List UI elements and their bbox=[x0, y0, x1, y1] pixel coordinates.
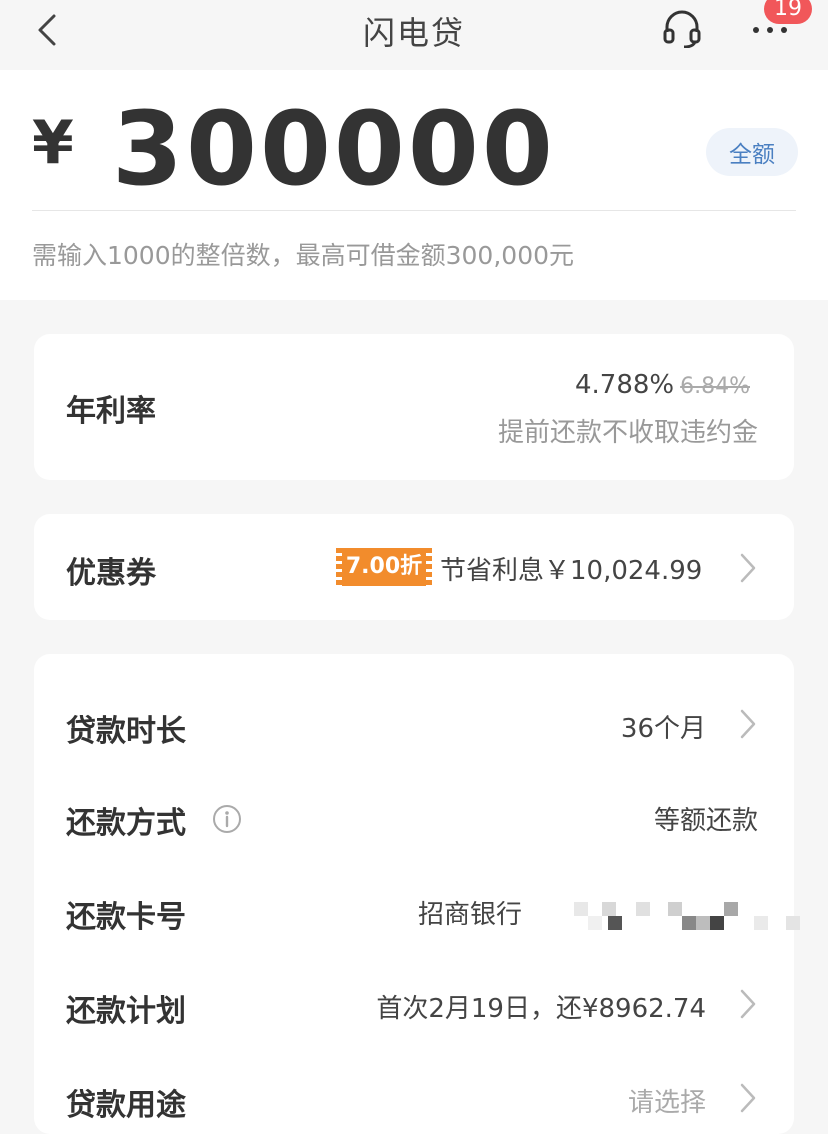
duration-value: 36个月 bbox=[620, 714, 706, 744]
amount-hint: 需输入1000的整倍数，最高可借金额300,000元 bbox=[32, 241, 575, 270]
loan-details-card: 贷款时长 36个月 还款方式 等额还款 还款卡号 招商银行 还款计划 首次2月1… bbox=[34, 654, 800, 1134]
headset-icon[interactable] bbox=[660, 8, 704, 48]
coupon-saving: 节省利息￥10,024.99 bbox=[440, 556, 703, 586]
card-bank: 招商银行 bbox=[418, 900, 523, 930]
chevron-right-icon bbox=[740, 1083, 756, 1113]
rate-original: 6.84% bbox=[680, 374, 750, 399]
method-label: 还款方式 bbox=[66, 806, 186, 841]
rate-label: 年利率 bbox=[66, 394, 156, 429]
plan-label: 还款计划 bbox=[66, 994, 186, 1029]
rate-value: 4.788% 6.84% bbox=[575, 370, 750, 400]
currency-symbol: ¥ bbox=[32, 108, 74, 178]
loan-amount-input[interactable]: 300000 bbox=[112, 90, 556, 210]
purpose-value: 请选择 bbox=[627, 1088, 706, 1118]
divider bbox=[32, 210, 796, 211]
method-value: 等额还款 bbox=[653, 806, 758, 836]
nav-bar: 闪电贷 19 bbox=[0, 0, 828, 70]
chevron-right-icon bbox=[740, 989, 756, 1019]
plan-value: 首次2月19日，还¥8962.74 bbox=[376, 994, 706, 1024]
info-icon[interactable] bbox=[212, 804, 242, 834]
card-label: 还款卡号 bbox=[66, 900, 186, 935]
rate-card: 年利率 4.788% 6.84% 提前还款不收取违约金 bbox=[34, 334, 794, 480]
purpose-label: 贷款用途 bbox=[66, 1088, 186, 1123]
amount-panel: ¥ 300000 全额 需输入1000的整倍数，最高可借金额300,000元 bbox=[0, 70, 828, 300]
full-amount-button[interactable]: 全额 bbox=[706, 128, 798, 176]
card-number-mosaic bbox=[574, 902, 800, 930]
coupon-discount-tag: 7.00折 bbox=[336, 548, 432, 586]
rate-current: 4.788% bbox=[574, 370, 675, 400]
chevron-right-icon bbox=[740, 709, 756, 739]
coupon-label: 优惠券 bbox=[66, 556, 156, 591]
duration-label: 贷款时长 bbox=[66, 714, 186, 749]
chevron-right-icon bbox=[740, 553, 756, 583]
message-badge: 19 bbox=[764, 0, 812, 24]
coupon-card[interactable]: 优惠券 7.00折 节省利息￥10,024.99 bbox=[34, 514, 794, 620]
rate-note: 提前还款不收取违约金 bbox=[497, 418, 758, 448]
